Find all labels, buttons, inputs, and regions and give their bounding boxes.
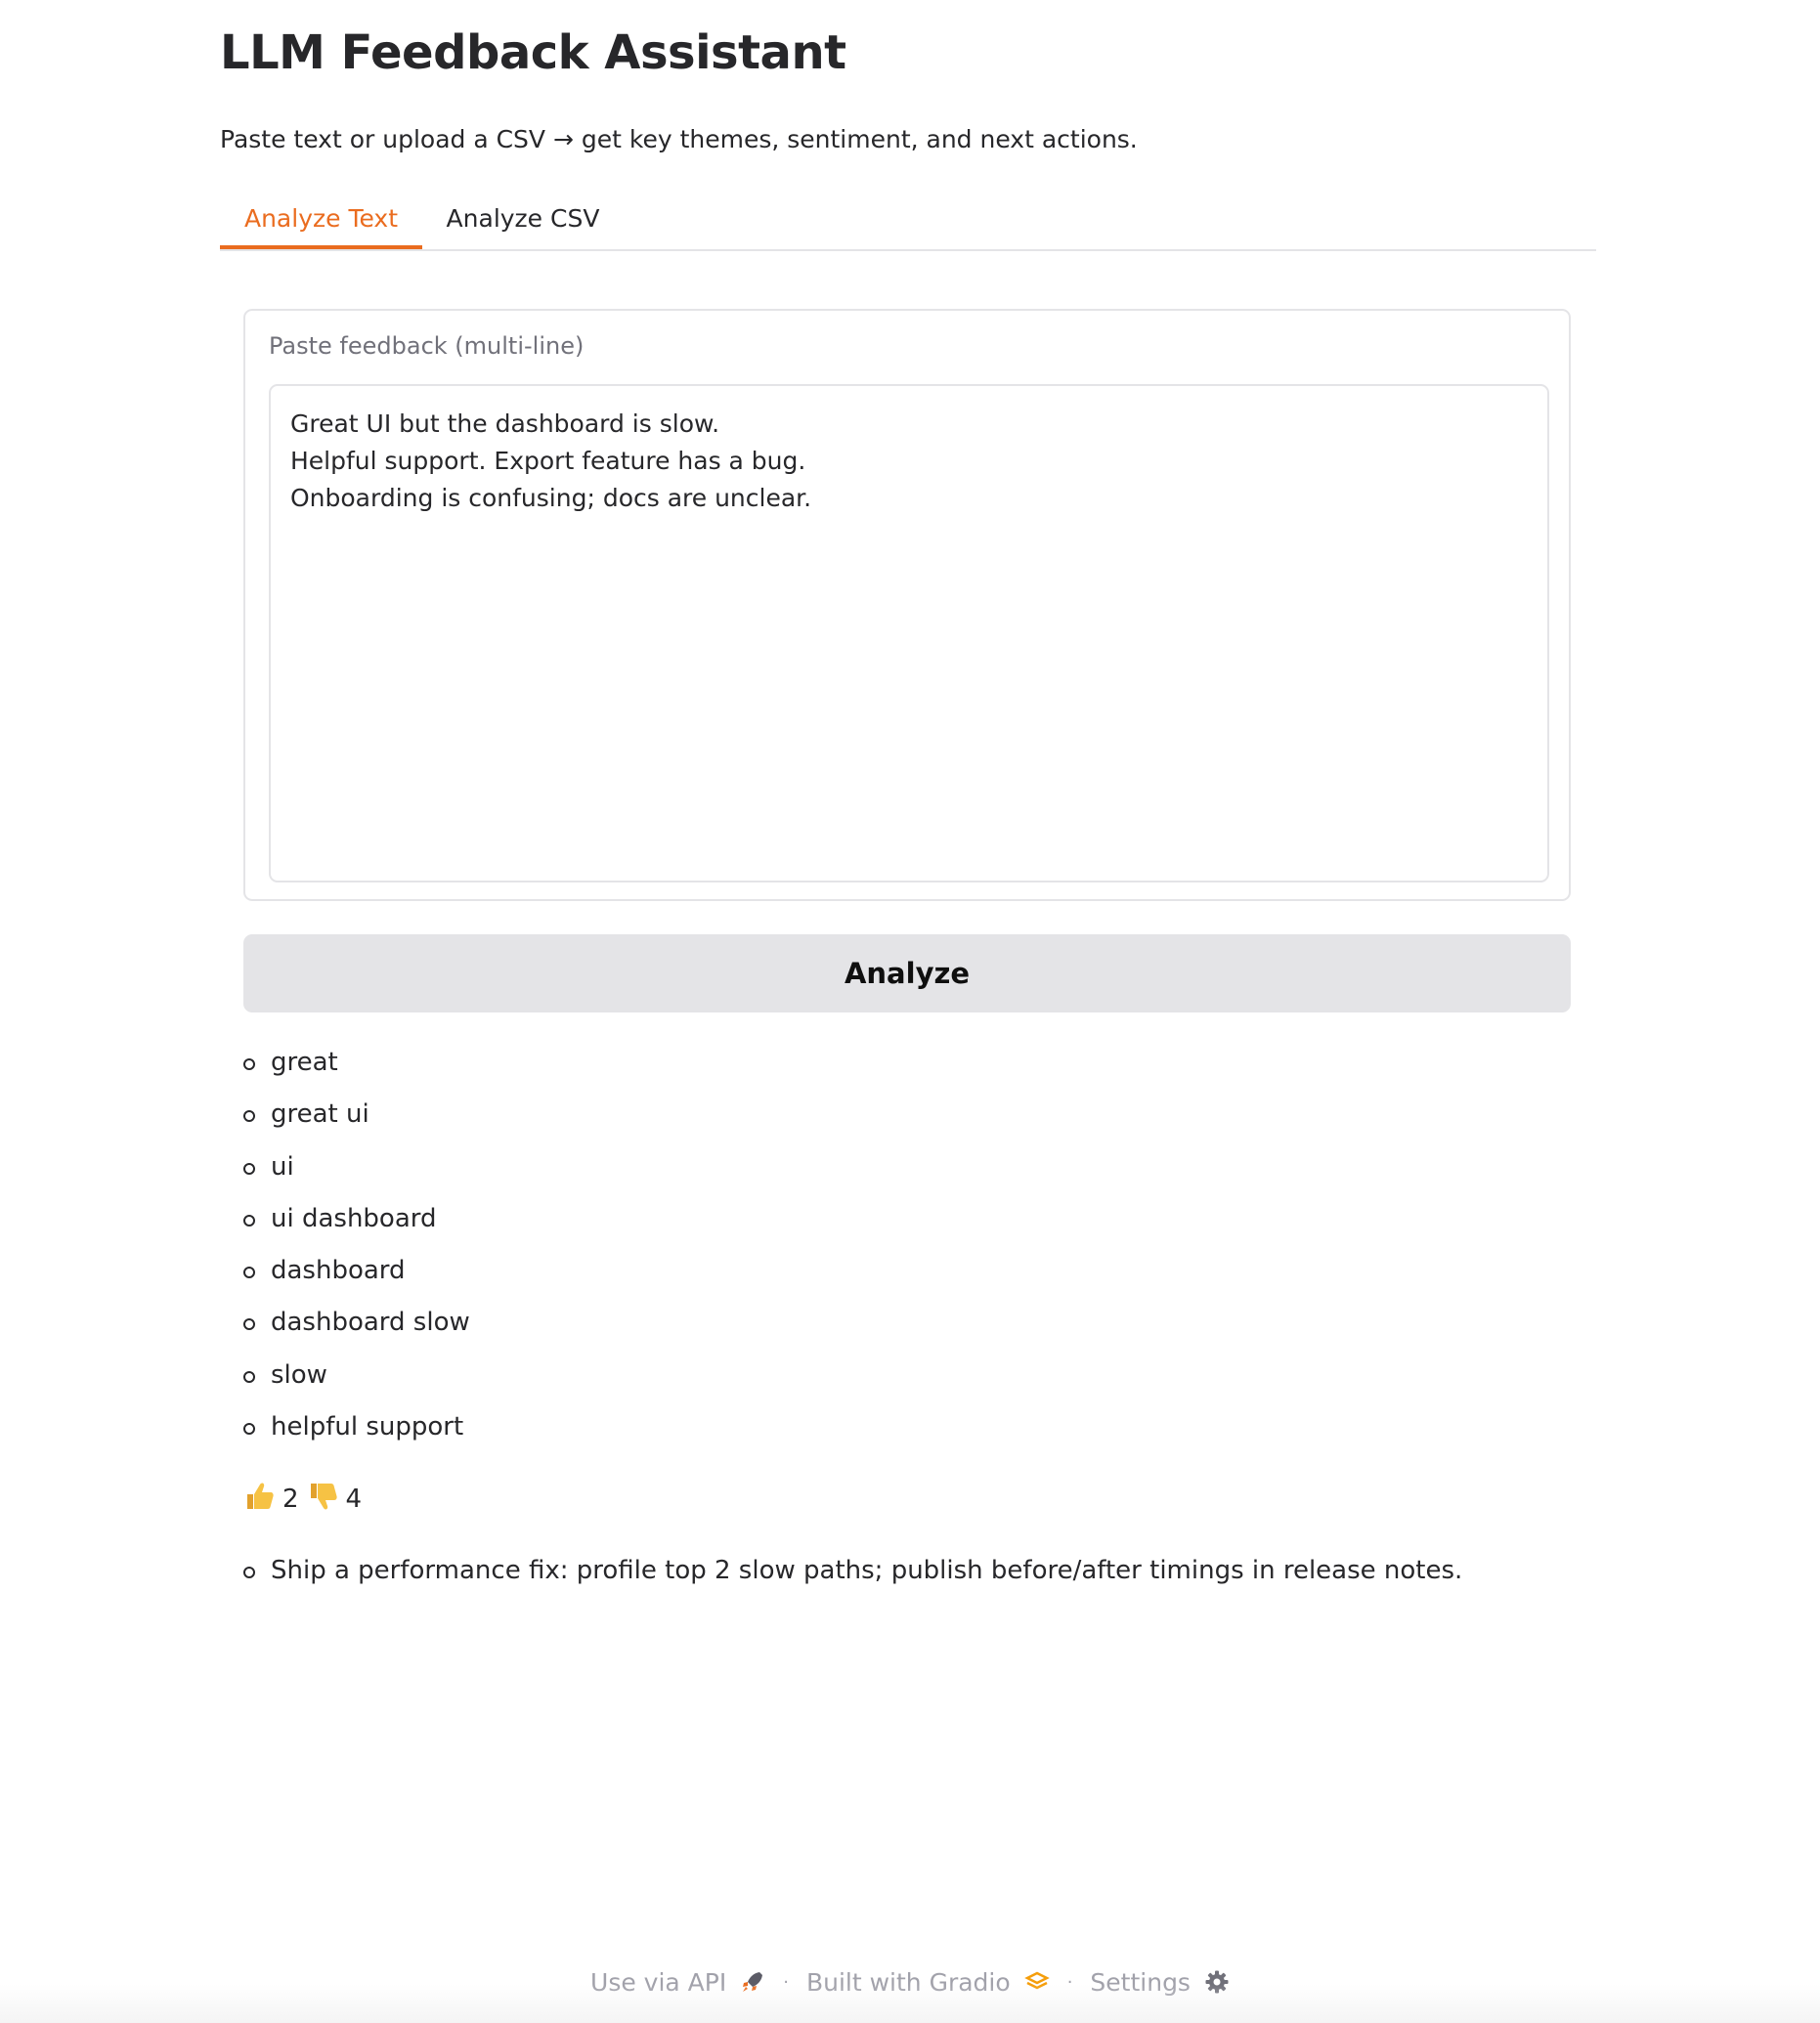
thumbs-down-icon [307,1480,340,1519]
page-subtitle: Paste text or upload a CSV → get key the… [220,125,1138,153]
bullet-icon [243,1162,255,1175]
sentiment-summary: 2 4 [243,1476,369,1523]
actions-list: Ship a performance fix: profile top 2 sl… [243,1547,1462,1599]
theme-item: ui [243,1143,470,1195]
theme-item: helpful support [243,1403,470,1455]
theme-text: helpful support [271,1412,464,1442]
action-item: Ship a performance fix: profile top 2 sl… [243,1547,1462,1599]
theme-text: dashboard [271,1256,406,1286]
bullet-icon [243,1214,255,1227]
theme-text: ui [271,1151,294,1182]
theme-item: great [243,1039,470,1091]
bullet-icon [243,1423,255,1436]
page-title: LLM Feedback Assistant [220,25,846,80]
bullet-icon [243,1318,255,1331]
feedback-textarea[interactable]: Great UI but the dashboard is slow. Help… [269,384,1549,882]
bottom-shade [0,1984,1820,2023]
bullet-icon [243,1370,255,1383]
theme-item: slow [243,1352,470,1403]
thumbs-up-icon [243,1480,277,1519]
bullet-icon [243,1110,255,1123]
theme-text: great ui [271,1099,369,1130]
bullet-icon [243,1267,255,1279]
theme-text: great [271,1048,338,1077]
action-text: Ship a performance fix: profile top 2 sl… [271,1556,1463,1585]
theme-text: dashboard slow [271,1308,470,1338]
bullet-icon [243,1567,255,1578]
tab-bar: Analyze Text Analyze CSV [220,191,1596,251]
tab-analyze-csv[interactable]: Analyze CSV [422,191,624,247]
theme-item: dashboard slow [243,1299,470,1351]
theme-item: ui dashboard [243,1195,470,1247]
theme-item: dashboard [243,1247,470,1299]
feedback-input-block: Paste feedback (multi-line) Great UI but… [243,309,1571,901]
theme-text: slow [271,1359,327,1390]
themes-list: great great ui ui ui dashboard dashboard… [243,1039,470,1455]
theme-text: ui dashboard [271,1203,437,1233]
theme-item: great ui [243,1091,470,1142]
tab-analyze-text[interactable]: Analyze Text [220,191,422,249]
negative-count: 4 [345,1485,363,1514]
bullet-icon [243,1058,255,1070]
positive-count: 2 [282,1485,299,1514]
analyze-button[interactable]: Analyze [243,934,1571,1012]
feedback-input-label: Paste feedback (multi-line) [269,332,585,360]
